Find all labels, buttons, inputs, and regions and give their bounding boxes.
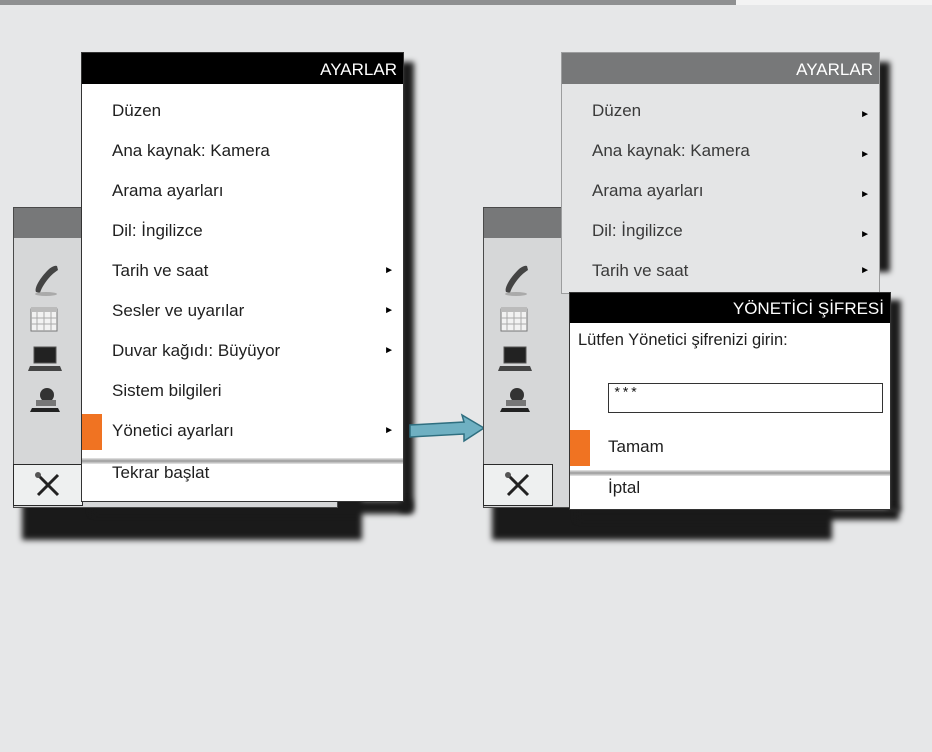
menu-item-label: Sesler ve uyarılar	[112, 301, 245, 320]
phone-icon	[35, 265, 58, 296]
menu-item-label: Yönetici ayarları	[112, 421, 234, 440]
menu-item-label: Düzen	[112, 101, 162, 120]
submenu-arrow-icon: ►	[860, 109, 870, 120]
calendar-icon	[500, 307, 528, 332]
submenu-arrow-icon: ►	[384, 345, 394, 356]
top-bar-end	[736, 0, 932, 5]
menu-item-dil[interactable]: Dil: İngilizce ►	[562, 211, 879, 251]
tools-button[interactable]	[13, 464, 83, 506]
menu-item-tarih-saat[interactable]: Tarih ve saat ►	[82, 251, 403, 291]
password-field[interactable]: ***	[608, 383, 883, 413]
selection-marker	[82, 414, 102, 450]
calendar-icon	[30, 307, 58, 332]
camera-icon	[500, 388, 530, 412]
menu-item-label: Dil: İngilizce	[592, 221, 683, 240]
menu-item-label: Tekrar başlat	[112, 463, 210, 482]
cancel-button-label: İptal	[608, 478, 641, 497]
menu-item-label: Duvar kağıdı: Büyüyor	[112, 341, 281, 360]
admin-password-dialog: YÖNETİCİ ŞİFRESİ Lütfen Yönetici şifreni…	[569, 292, 891, 510]
ok-button-label: Tamam	[608, 437, 664, 456]
phone-icon	[505, 265, 528, 296]
laptop-icon	[28, 346, 62, 371]
menu-item-tekrar-baslat[interactable]: Tekrar başlat	[82, 453, 403, 493]
phone-button[interactable]	[14, 259, 76, 299]
menu-item-label: Arama ayarları	[112, 181, 224, 200]
submenu-arrow-icon: ►	[384, 425, 394, 436]
tools-button[interactable]	[483, 464, 553, 506]
menu-item-sistem-bilgileri[interactable]: Sistem bilgileri	[82, 371, 403, 411]
menu-item-duzen[interactable]: Düzen ►	[562, 91, 879, 131]
menu-title: AYARLAR	[82, 53, 403, 84]
camera-button[interactable]	[14, 379, 76, 419]
submenu-arrow-icon: ►	[384, 305, 394, 316]
menu-item-ana-kaynak[interactable]: Ana kaynak: Kamera	[82, 131, 403, 171]
calendar-button[interactable]	[484, 299, 546, 339]
phone-button[interactable]	[484, 259, 546, 299]
menu-item-yonetici-ayarlari[interactable]: Yönetici ayarları ►	[82, 411, 403, 451]
menu-item-duvar-kagidi[interactable]: Duvar kağıdı: Büyüyor ►	[82, 331, 403, 371]
submenu-arrow-icon: ►	[384, 265, 394, 276]
menu-title: AYARLAR	[562, 53, 879, 84]
menu-item-sesler[interactable]: Sesler ve uyarılar ►	[82, 291, 403, 331]
top-bar	[0, 0, 736, 5]
computer-button[interactable]	[14, 339, 76, 379]
camera-icon	[30, 388, 60, 412]
menu-item-arama-ayarlari[interactable]: Arama ayarları ►	[562, 171, 879, 211]
menu-item-label: Ana kaynak: Kamera	[112, 141, 270, 160]
menu-item-tarih-saat[interactable]: Tarih ve saat ►	[562, 251, 879, 291]
calendar-button[interactable]	[14, 299, 76, 339]
selection-marker	[570, 430, 590, 466]
submenu-arrow-icon: ►	[860, 149, 870, 160]
submenu-arrow-icon: ►	[860, 229, 870, 240]
menu-item-arama-ayarlari[interactable]: Arama ayarları	[82, 171, 403, 211]
computer-button[interactable]	[484, 339, 546, 379]
submenu-arrow-icon: ►	[860, 265, 870, 276]
menu-item-label: Dil: İngilizce	[112, 221, 203, 240]
ok-button[interactable]: Tamam	[570, 427, 890, 467]
transition-arrow-icon	[409, 413, 486, 443]
left-settings-menu: AYARLAR Düzen Ana kaynak: Kamera Arama a…	[81, 52, 404, 502]
menu-item-label: Tarih ve saat	[112, 261, 209, 280]
menu-item-ana-kaynak[interactable]: Ana kaynak: Kamera ►	[562, 131, 879, 171]
dialog-title: YÖNETİCİ ŞİFRESİ	[570, 293, 890, 323]
menu-item-label: Arama ayarları	[592, 181, 704, 200]
camera-button[interactable]	[484, 379, 546, 419]
right-settings-menu: AYARLAR Düzen ► Ana kaynak: Kamera ► Arama…	[561, 52, 880, 294]
password-prompt: Lütfen Yönetici şifrenizi girin:	[578, 331, 788, 349]
menu-item-dil[interactable]: Dil: İngilizce	[82, 211, 403, 251]
tools-icon	[35, 472, 60, 497]
laptop-icon	[498, 346, 532, 371]
tools-icon	[505, 472, 530, 497]
menu-item-label: Tarih ve saat	[592, 261, 689, 280]
menu-item-duzen[interactable]: Düzen	[82, 91, 403, 131]
menu-item-label: Ana kaynak: Kamera	[592, 141, 750, 160]
menu-item-label: Düzen	[592, 101, 642, 120]
cancel-button[interactable]: İptal	[570, 468, 890, 508]
submenu-arrow-icon: ►	[860, 189, 870, 200]
menu-item-label: Sistem bilgileri	[112, 381, 222, 400]
